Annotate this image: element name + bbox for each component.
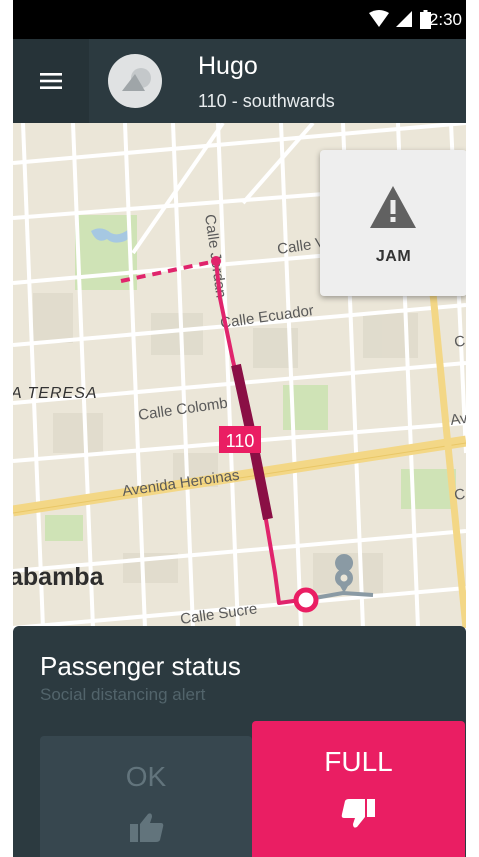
full-label: FULL	[324, 746, 393, 777]
panel-title: Passenger status	[40, 651, 241, 681]
thumbs-down-icon	[341, 799, 375, 828]
route-label: 110 - southwards	[198, 91, 335, 111]
route-stop-marker	[211, 256, 221, 266]
passenger-status-panel: Passenger status Social distancing alert…	[13, 626, 466, 857]
app-bar: Hugo 110 - southwards	[13, 39, 466, 123]
ok-button[interactable]: OK	[40, 736, 252, 857]
jam-label: JAM	[375, 248, 412, 265]
hamburger-icon	[40, 73, 62, 89]
street-label: C	[453, 333, 466, 351]
status-bar: 12:30	[13, 0, 466, 39]
map-label-city: abamba	[13, 563, 105, 591]
bus-number: 110	[226, 431, 255, 451]
driver-name: Hugo	[198, 52, 258, 80]
wifi-icon	[369, 10, 389, 27]
clock: 12:30	[419, 10, 462, 29]
map-label-district: A TERESA	[13, 385, 98, 402]
avatar	[108, 54, 162, 108]
warning-icon	[370, 186, 416, 228]
signal-icon	[396, 11, 412, 27]
avatar-placeholder-icon	[122, 68, 151, 91]
street-label: Ca	[453, 484, 466, 504]
ok-label: OK	[125, 761, 167, 792]
panel-subtitle: Social distancing alert	[40, 685, 206, 704]
device-frame-left	[0, 0, 13, 857]
park	[45, 515, 83, 541]
current-position-marker	[293, 587, 319, 613]
jam-button[interactable]: JAM	[320, 150, 467, 296]
full-button[interactable]: FULL	[252, 721, 465, 857]
device-frame-right	[466, 0, 479, 857]
thumbs-up-icon	[130, 813, 164, 842]
phone-screen: 12:30 Hugo 110 - southwards Calle V Call…	[0, 0, 479, 857]
menu-button[interactable]	[13, 39, 89, 123]
street-label: Ave	[449, 409, 466, 429]
